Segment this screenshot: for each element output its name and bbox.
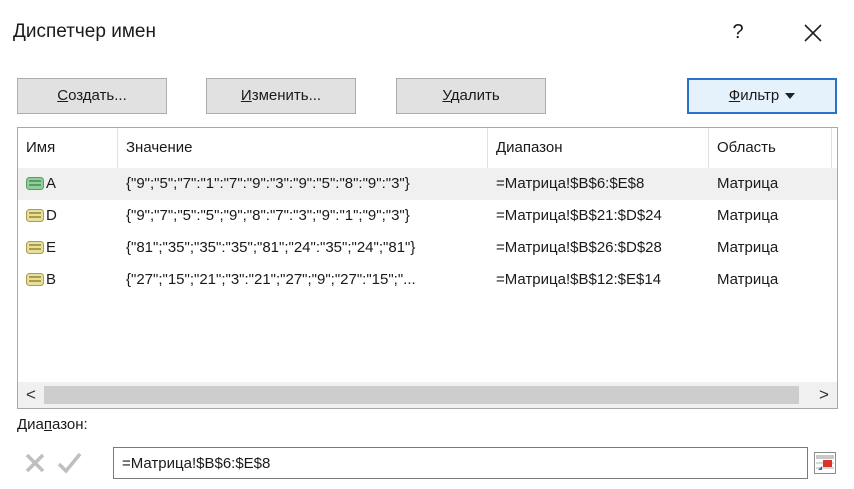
- table-row[interactable]: A {"9";"5";"7":"1":"7":"9":"3":"9":"5":"…: [18, 168, 837, 200]
- create-accel: С: [57, 87, 69, 104]
- range-select-icon: [814, 452, 836, 474]
- create-label: оздать...: [68, 87, 127, 104]
- dialog-title: Диспетчер имен: [13, 21, 156, 42]
- column-header-comment[interactable]: Г: [832, 128, 837, 168]
- scrollbar-thumb[interactable]: [44, 386, 799, 404]
- filter-accel: Ф: [728, 87, 741, 104]
- delete-button[interactable]: Удалить: [396, 78, 546, 114]
- row-value: {"27";"15";"21";"3":"21";"27";"9";"27":"…: [126, 271, 416, 288]
- close-button[interactable]: [798, 18, 828, 48]
- create-button[interactable]: Создать...: [17, 78, 167, 114]
- collapse-dialog-button[interactable]: [812, 450, 838, 476]
- row-range: =Матрица!$B$21:$D$24: [496, 207, 662, 224]
- table-row[interactable]: E {"81";"35";"35":"35";"81";"24":"35";"2…: [18, 232, 837, 264]
- range-label-pre: Диа: [17, 416, 44, 433]
- row-range: =Матрица!$B$26:$D$28: [496, 239, 662, 256]
- edit-button[interactable]: Изменить...: [206, 78, 356, 114]
- list-header: Имя Значение Диапазон Область Г: [18, 128, 837, 169]
- help-button[interactable]: ?: [726, 18, 750, 46]
- range-label-accel: п: [43, 416, 53, 433]
- edit-accel: И: [240, 87, 252, 104]
- chevron-down-icon: [785, 93, 796, 100]
- column-header-value[interactable]: Значение: [118, 128, 488, 168]
- scroll-left-button[interactable]: <: [18, 382, 44, 408]
- names-list[interactable]: Имя Значение Диапазон Область Г A {"9";"…: [17, 127, 838, 409]
- name-manager-dialog: Диспетчер имен ? Создать... Изменить... …: [0, 0, 854, 489]
- row-name: A: [46, 175, 57, 192]
- range-label: Диапазон:: [17, 416, 88, 433]
- column-header-name[interactable]: Имя: [18, 128, 118, 168]
- row-value: {"9";"7";"5":"5";"9";"8":"7":"3";"9":"1"…: [126, 207, 410, 224]
- column-header-range[interactable]: Диапазон: [488, 128, 709, 168]
- filter-button[interactable]: Фильтр: [687, 78, 837, 114]
- row-value: {"9";"5";"7":"1":"7":"9":"3":"9":"5":"8"…: [126, 175, 410, 192]
- range-input[interactable]: [113, 447, 808, 479]
- row-name: D: [46, 207, 57, 224]
- table-row[interactable]: B {"27";"15";"21";"3":"21";"27";"9";"27"…: [18, 264, 837, 296]
- delete-accel: У: [442, 87, 451, 104]
- filter-label: ильтр: [740, 87, 780, 104]
- row-scope: Матрица: [717, 271, 779, 288]
- edit-label: зменить...: [251, 87, 322, 104]
- horizontal-scrollbar[interactable]: < >: [18, 382, 837, 408]
- row-scope: Матрица: [717, 207, 779, 224]
- row-name: B: [46, 271, 57, 288]
- close-icon: [804, 24, 822, 42]
- row-name: E: [46, 239, 57, 256]
- confirm-edit-button[interactable]: [55, 449, 83, 477]
- row-range: =Матрица!$B$6:$E$8: [496, 175, 645, 192]
- row-range: =Матрица!$B$12:$E$14: [496, 271, 662, 288]
- range-label-post: азон:: [52, 416, 88, 433]
- column-header-scope[interactable]: Область: [709, 128, 832, 168]
- table-row[interactable]: D {"9";"7";"5":"5";"9";"8":"7":"3";"9":"…: [18, 200, 837, 232]
- cancel-x-icon: [25, 453, 45, 473]
- row-value: {"81";"35";"35":"35";"81";"24":"35";"24"…: [126, 239, 416, 256]
- row-scope: Матрица: [717, 175, 779, 192]
- delete-label: далить: [450, 87, 500, 104]
- scroll-right-button[interactable]: >: [811, 382, 837, 408]
- row-scope: Матрица: [717, 239, 779, 256]
- cancel-edit-button[interactable]: [21, 449, 49, 477]
- checkmark-icon: [57, 452, 82, 474]
